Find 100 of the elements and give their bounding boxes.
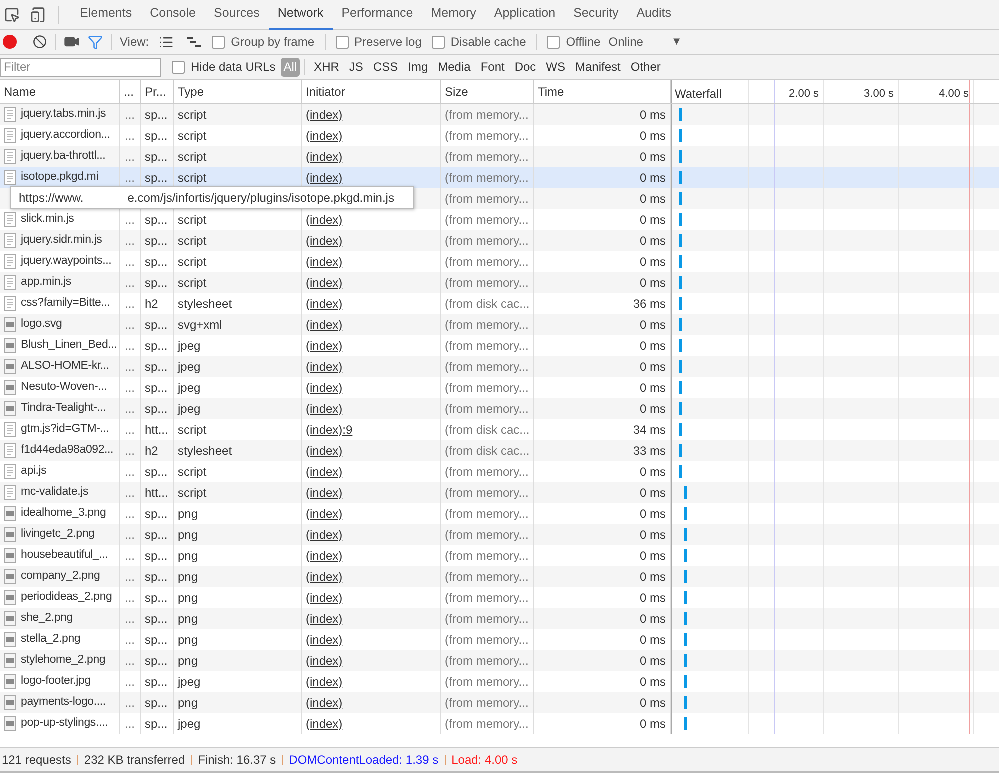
waterfall-bar bbox=[684, 633, 687, 646]
initiator-link[interactable]: (index) bbox=[306, 714, 343, 732]
checkbox[interactable] bbox=[172, 60, 185, 74]
clear-icon[interactable] bbox=[33, 35, 47, 49]
list-view-icon[interactable] bbox=[159, 34, 174, 50]
column-header[interactable]: Name bbox=[0, 80, 120, 103]
request-row[interactable]: logo.svg ... sp... svg+xml (index) (from memory... 0 ms bbox=[0, 314, 999, 335]
column-header[interactable]: Waterfall bbox=[675, 85, 722, 103]
request-row[interactable]: jquery.ba-throttl... ... sp... script (index) (from memory... 0 ms bbox=[0, 146, 999, 167]
request-row[interactable]: company_2.png ... sp... png (index) (from memory... 0 ms bbox=[0, 566, 999, 587]
checkbox[interactable] bbox=[336, 36, 349, 48]
checkbox[interactable] bbox=[547, 36, 560, 48]
column-header[interactable]: Initiator bbox=[302, 80, 441, 103]
type-cell-text: jpeg bbox=[178, 716, 201, 732]
record-button[interactable] bbox=[3, 35, 17, 49]
protocol-cell-text: h2 bbox=[145, 296, 158, 312]
request-name: stella_2.png bbox=[21, 632, 81, 647]
device-toolbar-icon[interactable] bbox=[30, 6, 46, 22]
request-row[interactable]: isotope.pkgd.mi ... sp... script (index) (from memory... 0 ms bbox=[0, 167, 999, 188]
initiator-link[interactable]: (index) bbox=[306, 546, 343, 564]
initiator-link[interactable]: (index) bbox=[306, 316, 343, 334]
throttling-select[interactable]: Online bbox=[608, 33, 644, 51]
panel-tab[interactable]: Security bbox=[564, 0, 628, 30]
panel-tab[interactable]: Audits bbox=[628, 0, 680, 30]
type-filter-chip[interactable]: Manifest bbox=[572, 58, 624, 76]
initiator-link[interactable]: (index) bbox=[306, 168, 343, 186]
type-filter-chip[interactable]: WS bbox=[543, 58, 569, 76]
image-thumbnail-icon bbox=[4, 380, 16, 395]
filter-icon[interactable] bbox=[88, 34, 103, 50]
panel-tab[interactable]: Console bbox=[141, 0, 205, 30]
initiator-link[interactable]: (index) bbox=[306, 400, 343, 418]
panel-tab[interactable]: Application bbox=[485, 0, 565, 30]
caret-icon[interactable]: ▼ bbox=[671, 34, 682, 50]
type-cell-text: png bbox=[178, 548, 198, 564]
initiator-link[interactable]: (index) bbox=[306, 378, 343, 396]
type-cell-text: script bbox=[178, 464, 207, 480]
table-cell-text: ... bbox=[124, 338, 135, 354]
initiator-link[interactable]: (index) bbox=[306, 274, 343, 292]
initiator-link[interactable]: (index) bbox=[306, 484, 343, 502]
column-header[interactable]: Pr... bbox=[141, 80, 174, 103]
initiator-link[interactable]: (index) bbox=[306, 568, 343, 586]
time-cell-text: 0 ms bbox=[640, 316, 666, 334]
type-filter-chip[interactable]: Img bbox=[405, 58, 432, 76]
panel-tab[interactable]: Performance bbox=[332, 0, 422, 30]
time-cell-text: 0 ms bbox=[640, 568, 666, 586]
initiator-link[interactable]: (index) bbox=[306, 588, 343, 606]
request-row[interactable]: f1d44eda98a092... ... h2 stylesheet (index) (from disk cac... 33 ms bbox=[0, 440, 999, 461]
initiator-link[interactable]: (index) bbox=[306, 294, 343, 312]
filter-field[interactable]: Filter bbox=[0, 58, 161, 76]
initiator-link[interactable]: (index) bbox=[306, 148, 343, 166]
panel-tab[interactable]: Sources bbox=[204, 0, 269, 30]
initiator-link[interactable]: (index) bbox=[306, 442, 343, 460]
type-filter-chip[interactable]: JS bbox=[346, 58, 366, 76]
initiator-link[interactable]: (index) bbox=[306, 336, 343, 354]
type-filter-chip[interactable]: XHR bbox=[311, 58, 342, 76]
request-row[interactable]: Tindra-Tealight-... ... sp... jpeg (index) (from memory... 0 ms bbox=[0, 398, 999, 419]
initiator-link[interactable]: (index) bbox=[306, 652, 343, 670]
type-filter-chip[interactable]: CSS bbox=[370, 58, 402, 76]
initiator-link[interactable]: (index):9 bbox=[306, 420, 353, 438]
type-filter-chip[interactable]: Font bbox=[478, 58, 508, 76]
column-header[interactable]: Type bbox=[174, 80, 302, 103]
initiator-link[interactable]: (index) bbox=[306, 358, 343, 376]
request-row[interactable]: jquery.tabs.min.js ... sp... script (index) (from memory... 0 ms bbox=[0, 104, 999, 125]
column-header[interactable]: Time bbox=[534, 80, 671, 103]
checkbox[interactable] bbox=[432, 36, 445, 48]
column-header[interactable]: ... bbox=[120, 80, 141, 103]
waterfall-view-icon[interactable] bbox=[186, 36, 202, 48]
request-name: pop-up-stylings.... bbox=[21, 716, 108, 731]
initiator-link[interactable]: (index) bbox=[306, 232, 343, 250]
tooltip-text: e.com/js/infortis/jquery/plugins/isotope.pkgd.min.js bbox=[128, 190, 394, 206]
status-text: DOMContentLoaded: 1.39 s bbox=[289, 752, 439, 768]
size-cell-text: (from memory... bbox=[445, 106, 529, 124]
request-row[interactable]: app.min.js ... sp... script (index) (from memory... 0 ms bbox=[0, 272, 999, 293]
request-row[interactable]: livingetc_2.png ... sp... png (index) (from memory... 0 ms bbox=[0, 524, 999, 545]
request-row[interactable]: jquery.sidr.min.js ... sp... script (index) (from memory... 0 ms bbox=[0, 230, 999, 251]
initiator-link[interactable]: (index) bbox=[306, 630, 343, 648]
checkbox[interactable] bbox=[212, 36, 226, 48]
type-filter-chip[interactable]: Doc bbox=[512, 58, 540, 76]
initiator-link[interactable]: (index) bbox=[306, 504, 343, 522]
type-filter-chip[interactable]: Other bbox=[628, 58, 664, 76]
request-row[interactable]: she_2.png ... sp... png (index) (from memory... 0 ms bbox=[0, 608, 999, 629]
request-row[interactable]: payments-logo.... ... sp... png (index) (from memory... 0 ms bbox=[0, 692, 999, 713]
panel-tab[interactable]: Memory bbox=[422, 0, 486, 30]
column-header[interactable]: Size bbox=[441, 80, 534, 103]
initiator-link[interactable]: (index) bbox=[306, 610, 343, 628]
panel-tab[interactable]: Elements bbox=[71, 0, 142, 30]
initiator-link[interactable]: (index) bbox=[306, 694, 343, 712]
request-row[interactable]: ALSO-HOME-kr... ... sp... jpeg (index) (from memory... 0 ms bbox=[0, 356, 999, 377]
initiator-link[interactable]: (index) bbox=[306, 126, 343, 144]
initiator-link[interactable]: (index) bbox=[306, 672, 343, 690]
table-cell-text: ... bbox=[124, 484, 135, 502]
inspect-icon[interactable] bbox=[4, 6, 20, 22]
initiator-link[interactable]: (index) bbox=[306, 462, 343, 480]
initiator-link[interactable]: (index) bbox=[306, 106, 343, 124]
initiator-link[interactable]: (index) bbox=[306, 210, 343, 228]
request-row[interactable]: mc-validate.js ... htt... script (index) (from memory... 0 ms bbox=[0, 482, 999, 503]
request-row[interactable]: stylehome_2.png ... sp... png (index) (from memory... 0 ms bbox=[0, 650, 999, 671]
type-filter-chip[interactable]: Media bbox=[435, 58, 474, 76]
initiator-link[interactable]: (index) bbox=[306, 526, 343, 544]
initiator-link[interactable]: (index) bbox=[306, 252, 343, 270]
